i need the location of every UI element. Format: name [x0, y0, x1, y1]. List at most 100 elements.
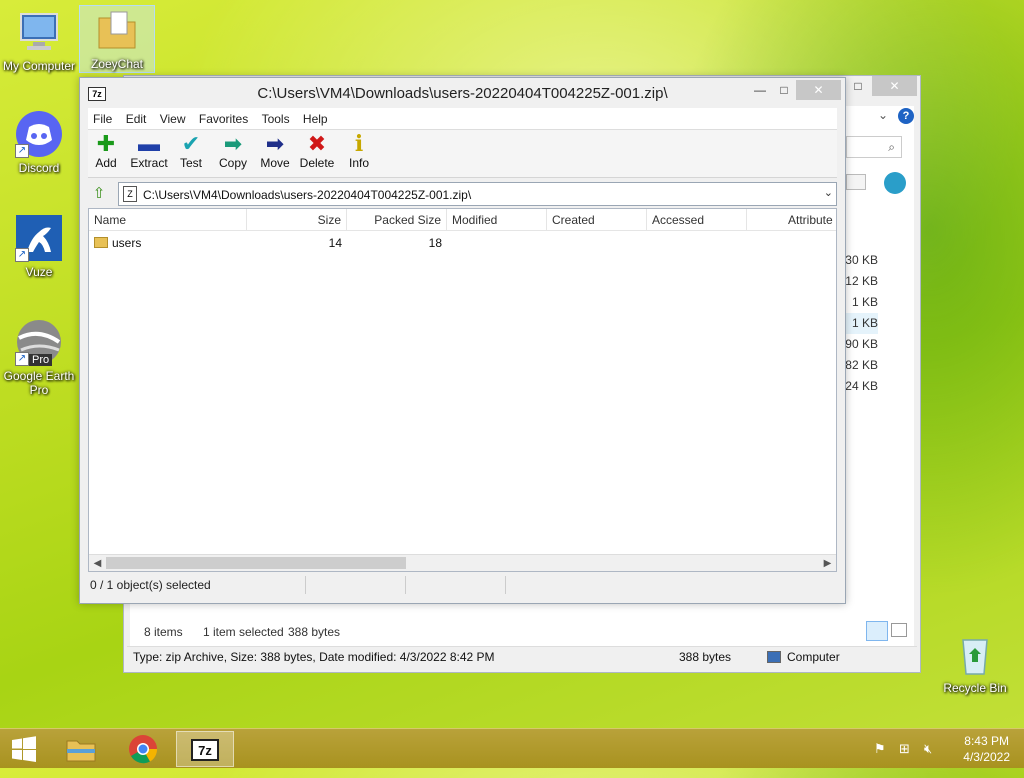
close-button[interactable]: ✕ — [796, 80, 841, 100]
chrome-icon — [129, 735, 158, 764]
scroll-right-icon[interactable]: ▶ — [819, 555, 836, 571]
column-name[interactable]: Name — [89, 209, 247, 231]
shortcut-arrow-icon: ↗ — [15, 144, 29, 158]
column-attributes[interactable]: Attribute — [783, 209, 836, 231]
desktop-icon-label: My Computer — [2, 59, 76, 73]
delete-button[interactable]: ✖ Delete — [295, 132, 339, 171]
column-packed-size[interactable]: Packed Size — [347, 209, 447, 231]
details-size: 388 bytes — [679, 650, 732, 664]
address-value: C:\Users\VM4\Downloads\users-20220404T00… — [143, 188, 472, 202]
size-cell: 24 KB — [845, 379, 878, 393]
desktop-icon-google-earth-pro[interactable]: ↗ Pro Google Earth Pro — [1, 318, 77, 397]
cell-name: users — [89, 233, 247, 253]
extract-button[interactable]: ▬ Extract — [127, 132, 171, 171]
horizontal-scrollbar[interactable]: ◀ ▶ — [89, 554, 836, 571]
menu-tools[interactable]: Tools — [257, 108, 295, 130]
move-button[interactable]: ➡ Move — [253, 131, 297, 171]
desktop-icon-label: Recycle Bin — [943, 681, 1007, 695]
size-cell: 82 KB — [845, 358, 878, 372]
move-arrow-icon: ➡ — [265, 131, 285, 156]
copy-arrow-icon: ➡ — [223, 131, 243, 156]
maximize-button[interactable]: □ — [844, 76, 872, 96]
column-accessed[interactable]: Accessed — [647, 209, 747, 231]
search-box[interactable]: ⌕ — [846, 136, 902, 158]
toolbar: ✚ Add ▬ Extract ✔ Test ➡ Copy ➡ Move ✖ D… — [88, 130, 837, 178]
list-header: Name Size Packed Size Modified Created A… — [89, 209, 836, 231]
action-center-flag-icon[interactable]: ⚑ — [874, 741, 886, 757]
table-row[interactable]: users 14 18 — [89, 233, 836, 253]
desktop-icon-label: Discord — [18, 161, 60, 175]
test-button[interactable]: ✔ Test — [169, 131, 213, 171]
desktop-icon-label: ZoeyChat — [90, 57, 144, 71]
large-icons-view-icon[interactable] — [891, 623, 907, 637]
move-label: Move — [260, 156, 290, 170]
add-button[interactable]: ✚ Add — [84, 131, 128, 171]
details-info: Type: zip Archive, Size: 388 bytes, Date… — [133, 650, 495, 664]
address-field[interactable]: Z C:\Users\VM4\Downloads\users-20220404T… — [118, 182, 837, 206]
up-folder-icon[interactable]: ⇧ — [90, 185, 108, 203]
menu-file[interactable]: File — [88, 108, 117, 130]
search-icon: ⌕ — [888, 140, 895, 154]
explorer-size-column: 30 KB 12 KB 1 KB 1 KB 90 KB 82 KB 24 KB — [844, 250, 878, 397]
details-location: Computer — [787, 650, 840, 664]
desktop-icon-discord[interactable]: ↗ Discord — [1, 110, 77, 175]
shell-icon[interactable] — [884, 172, 906, 194]
sevenzip-titlebar[interactable]: 7z C:\Users\VM4\Downloads\users-20220404… — [80, 78, 845, 108]
menu-favorites[interactable]: Favorites — [194, 108, 253, 130]
scroll-left-icon[interactable]: ◀ — [89, 555, 106, 571]
sevenzip-window[interactable]: 7z C:\Users\VM4\Downloads\users-20220404… — [79, 77, 846, 604]
scrollbar-thumb[interactable] — [106, 557, 406, 569]
maximize-button[interactable]: □ — [770, 80, 798, 100]
taskbar: 7z ⚑ ⊞ 🔇︎ 8:43 PM 4/3/2022 — [0, 728, 1024, 768]
add-plus-icon: ✚ — [96, 131, 116, 156]
status-bar: 0 / 1 object(s) selected — [88, 574, 837, 596]
size-cell: 90 KB — [845, 337, 878, 351]
desktop-icon-vuze[interactable]: ↗ Vuze — [1, 214, 77, 279]
test-label: Test — [179, 156, 202, 170]
taskbar-file-explorer[interactable] — [52, 731, 110, 767]
info-button[interactable]: i Info — [337, 132, 381, 170]
volume-muted-icon[interactable]: 🔇︎ — [924, 741, 932, 757]
help-icon[interactable]: ? — [898, 108, 914, 124]
info-icon: i — [354, 131, 364, 157]
taskbar-chrome[interactable] — [114, 731, 172, 767]
menu-help[interactable]: Help — [298, 108, 333, 130]
row-name: users — [112, 236, 142, 250]
zip-file-icon: Z — [123, 186, 137, 202]
column-created[interactable]: Created — [547, 209, 647, 231]
computer-icon — [15, 8, 63, 56]
desktop-icon-label: Google Earth Pro — [3, 369, 75, 397]
taskbar-7zip[interactable]: 7z — [176, 731, 234, 767]
menu-edit[interactable]: Edit — [121, 108, 152, 130]
folder-icon — [93, 6, 141, 54]
selection-status: 0 / 1 object(s) selected — [88, 576, 306, 594]
copy-label: Copy — [218, 156, 247, 170]
column-size[interactable]: Size — [247, 209, 347, 231]
menu-view[interactable]: View — [155, 108, 191, 130]
clock[interactable]: 8:43 PM 4/3/2022 — [963, 733, 1010, 765]
chevron-down-icon[interactable]: ⌄ — [878, 108, 888, 122]
view-options-icon[interactable] — [846, 174, 866, 190]
folder-icon — [94, 237, 108, 248]
extract-label: Extract — [130, 156, 168, 170]
explorer-details-bar: Type: zip Archive, Size: 388 bytes, Date… — [127, 646, 917, 668]
copy-button[interactable]: ➡ Copy — [211, 131, 255, 171]
desktop-icon-recycle-bin[interactable]: Recycle Bin — [937, 630, 1013, 695]
close-button[interactable]: ✕ — [872, 76, 917, 96]
network-icon[interactable]: ⊞ — [899, 741, 910, 757]
start-button[interactable] — [0, 731, 48, 767]
desktop-icon-my-computer[interactable]: My Computer — [1, 8, 77, 73]
test-check-icon: ✔ — [181, 131, 201, 156]
menu-bar: File Edit View Favorites Tools Help — [88, 108, 837, 130]
column-modified[interactable]: Modified — [447, 209, 547, 231]
item-count: 8 items — [144, 625, 183, 639]
size-cell: 1 KB — [844, 313, 878, 334]
status-cell — [306, 576, 406, 594]
chevron-down-icon[interactable]: ⌄ — [824, 186, 833, 199]
details-view-icon[interactable] — [866, 621, 888, 641]
file-list[interactable]: Name Size Packed Size Modified Created A… — [88, 208, 837, 572]
add-label: Add — [95, 156, 117, 170]
desktop-icon-zoeychat[interactable]: ZoeyChat — [79, 5, 155, 73]
clock-time: 8:43 PM — [964, 734, 1009, 748]
info-label: Info — [348, 156, 369, 170]
